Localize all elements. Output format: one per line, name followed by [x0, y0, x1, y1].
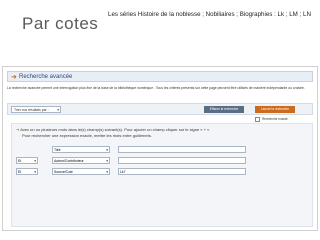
field-select[interactable]: Auteur/Contributeur ▾ [52, 157, 110, 164]
intro-text: La recherche avancée permet une interrog… [7, 86, 305, 90]
chevron-down-icon: ▾ [57, 108, 59, 112]
field-select[interactable]: Titre ▾ [52, 146, 110, 153]
operator-select-value: Et [18, 170, 22, 174]
advanced-search-panel: ➜ Recherche avancée La recherche avancée… [2, 66, 318, 231]
hint-line-2: Pour rechercher une expression exacte, m… [22, 132, 152, 138]
search-value-input[interactable]: Lk7 [118, 168, 246, 175]
field-select[interactable]: Source/Cote ▾ [52, 168, 110, 175]
field-select-value: Titre [54, 148, 61, 152]
chevron-down-icon: ▾ [34, 170, 36, 174]
search-row: Et ▾ Auteur/Contributeur ▾ [16, 157, 246, 164]
search-row: Titre ▾ [16, 146, 246, 153]
chevron-down-icon: ▾ [106, 148, 108, 152]
advanced-search-title: Recherche avancée [19, 73, 73, 80]
field-select-value: Auteur/Contributeur [54, 159, 84, 163]
search-form: ➜ Avec un ou plusieurs mots dans le(s) c… [11, 123, 313, 227]
clear-search-button[interactable]: Effacer la recherche [204, 106, 244, 113]
slide-subtitle: Les séries Histoire de la noblesse ; Nob… [108, 11, 311, 18]
slide-title: Par cotes [22, 14, 99, 33]
search-hint: ➜ Avec un ou plusieurs mots dans le(s) c… [16, 127, 310, 138]
sort-select-label: Trier vos résultats par : [14, 108, 49, 112]
operator-select[interactable]: Et ▾ [16, 168, 38, 175]
chevron-down-icon: ▾ [106, 159, 108, 163]
search-value-input[interactable] [118, 157, 246, 164]
launch-search-button[interactable]: Lancer la recherche [255, 106, 295, 113]
exact-search-label: Recherche exacte [262, 117, 288, 121]
search-row: Et ▾ Source/Cote ▾ Lk7 [16, 168, 246, 175]
hint-line-1: Avec un ou plusieurs mots dans le(s) cha… [20, 127, 211, 132]
operator-select[interactable]: Et ▾ [16, 157, 38, 164]
chevron-down-icon: ▾ [34, 159, 36, 163]
advanced-search-header: ➜ Recherche avancée [7, 71, 313, 82]
field-select-value: Source/Cote [54, 170, 73, 174]
operator-select-value: Et [18, 159, 22, 163]
exact-search-checkbox[interactable] [255, 117, 260, 122]
search-value-input[interactable] [118, 146, 246, 153]
sort-bar: Trier vos résultats par : ▾ Effacer la r… [7, 103, 313, 122]
arrow-right-icon: ➜ [11, 74, 17, 81]
chevron-down-icon: ▾ [106, 170, 108, 174]
sort-select[interactable]: Trier vos résultats par : ▾ [11, 106, 61, 113]
